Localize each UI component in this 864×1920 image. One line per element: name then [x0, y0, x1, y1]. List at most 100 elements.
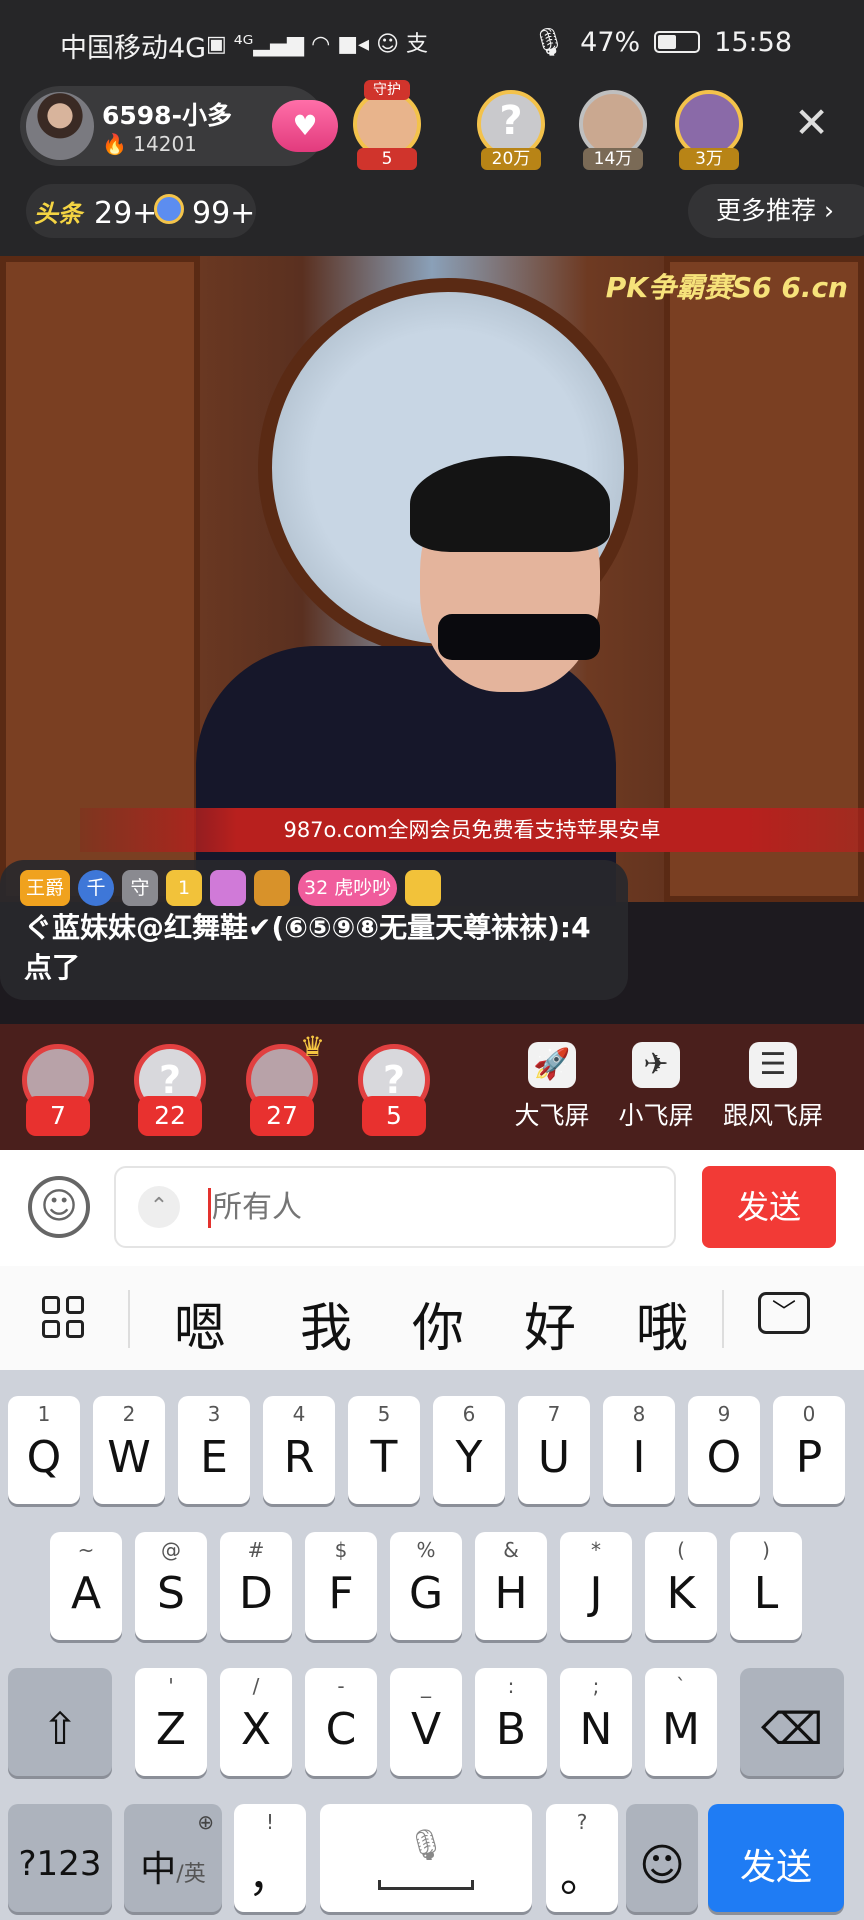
key-g[interactable]: % G — [390, 1532, 462, 1640]
backspace-key[interactable]: ⌫ — [740, 1668, 844, 1776]
space-key[interactable]: 🎙 — [320, 1804, 532, 1912]
key-letter: K — [666, 1568, 696, 1619]
small-fly-screen-button[interactable]: ✈ 小飞屏 — [608, 1042, 704, 1132]
badge-wangjue: 王爵 — [20, 870, 71, 906]
candidate-word[interactable]: 我 — [300, 1286, 352, 1361]
key-letter: C — [325, 1704, 357, 1755]
key-letter: A — [70, 1568, 102, 1619]
follow-heart-button[interactable]: ♥ — [272, 100, 338, 152]
key-a[interactable]: ~ A — [50, 1532, 122, 1640]
candidate-word[interactable]: 哦 — [636, 1286, 688, 1361]
key-j[interactable]: * J — [560, 1532, 632, 1640]
anchor-avatar[interactable] — [26, 92, 94, 160]
keyboard-send-button[interactable]: 发送 — [708, 1804, 844, 1912]
carrier-label: 中国移动4G — [60, 33, 207, 64]
key-k[interactable]: (K — [645, 1532, 717, 1640]
key-hint: ` — [676, 1674, 686, 1698]
key-h[interactable]: & H — [475, 1532, 547, 1640]
left-cabinet — [0, 256, 200, 902]
follow-fly-screen-button[interactable]: ☰ 跟风飞屏 — [714, 1042, 832, 1132]
gift-count: 5 — [362, 1096, 426, 1136]
key-f[interactable]: $ F — [305, 1532, 377, 1640]
key-hint: 8 — [632, 1402, 646, 1426]
key-b[interactable]: :B — [475, 1668, 547, 1776]
gift-item[interactable]: ? 22 — [120, 1044, 220, 1140]
grid-menu-icon[interactable] — [42, 1296, 86, 1340]
key-letter: G — [408, 1568, 444, 1619]
period-key[interactable]: ?。 — [546, 1804, 618, 1912]
key-x[interactable]: / X — [220, 1668, 292, 1776]
fly-label: 小飞屏 — [618, 1101, 694, 1130]
key-m[interactable]: ` M — [645, 1668, 717, 1776]
emoji-icon[interactable]: ☺ — [28, 1176, 90, 1238]
key-letter: D — [239, 1568, 273, 1619]
key-hint: & — [503, 1538, 519, 1562]
comma-key[interactable]: !， — [234, 1804, 306, 1912]
key-y[interactable]: 6Y — [433, 1396, 505, 1504]
chat-message[interactable]: 王爵 千 守 1 32 虎吵吵 ぐ蓝妹妹@红舞鞋✔(⑥⑤⑨⑧无量天尊袜袜):4点… — [0, 860, 628, 1000]
anchor-name: 6598-小多 — [102, 101, 232, 130]
heart-icon: ♥ — [292, 109, 318, 142]
message-input[interactable] — [212, 1182, 652, 1232]
top-rank-1[interactable]: ? 20万 — [468, 86, 554, 172]
send-button[interactable]: 发送 — [702, 1166, 836, 1248]
key-n[interactable]: ; N — [560, 1668, 632, 1776]
key-s[interactable]: @ S — [135, 1532, 207, 1640]
key-l[interactable]: ) L — [730, 1532, 802, 1640]
key-u[interactable]: 7U — [518, 1396, 590, 1504]
gift-item[interactable]: 7 — [8, 1044, 108, 1140]
top-rank-3[interactable]: 3万 — [666, 86, 752, 172]
candidate-word[interactable]: 好 — [524, 1286, 576, 1361]
gift-item[interactable]: ♛ 27 — [232, 1030, 332, 1140]
guard-rank-slot[interactable]: 守护 5 — [344, 80, 430, 172]
key-hint: 9 — [717, 1402, 731, 1426]
shift-key[interactable]: ⇧ — [8, 1668, 112, 1776]
key-o[interactable]: 9O — [688, 1396, 760, 1504]
language-key[interactable]: 中/英 ⊕ — [124, 1804, 222, 1912]
top-rank-2[interactable]: 14万 — [570, 86, 656, 172]
key-t[interactable]: 5T — [348, 1396, 420, 1504]
emoji-icon: ☺ — [639, 1840, 685, 1891]
gift-item[interactable]: ? 5 — [344, 1044, 444, 1140]
key-hint: # — [247, 1538, 265, 1562]
numbers-key[interactable]: ?123 — [8, 1804, 112, 1912]
key-c[interactable]: -C — [305, 1668, 377, 1776]
rank-value: 20万 — [481, 148, 541, 170]
collapse-keyboard-icon[interactable]: ﹀ — [758, 1292, 810, 1334]
crown-icon: ♛ — [300, 1030, 326, 1063]
status-right: 🎙 47% 15:58 — [532, 26, 792, 59]
key-z[interactable]: ' Z — [135, 1668, 207, 1776]
key-i[interactable]: 8I — [603, 1396, 675, 1504]
shield-icon: 守 — [122, 870, 159, 906]
key-hint: $ — [334, 1538, 348, 1562]
lang-main: 中 — [140, 1849, 177, 1890]
right-cabinet — [664, 256, 864, 902]
key-r[interactable]: 4R — [263, 1396, 335, 1504]
key-hint: ; — [592, 1674, 600, 1698]
room-info-row: 头条 29+ 99+ 更多推荐 › — [0, 176, 864, 256]
key-q[interactable]: 1Q — [8, 1396, 80, 1504]
key-w[interactable]: 2W — [93, 1396, 165, 1504]
headline-pill[interactable]: 头条 29+ 99+ — [26, 184, 256, 238]
anchor-card[interactable]: 6598-小多 🔥 14201 ♥ — [20, 86, 338, 166]
rocket-small-icon: ✈ — [632, 1042, 680, 1088]
chevron-up-icon[interactable]: ⌃ — [138, 1186, 180, 1228]
candidate-word[interactable]: 你 — [412, 1286, 464, 1361]
key-hint: 3 — [207, 1402, 221, 1426]
chat-input-field[interactable]: ⌃ — [114, 1166, 676, 1248]
key-e[interactable]: 3E — [178, 1396, 250, 1504]
big-fly-screen-button[interactable]: 🚀 大飞屏 — [504, 1042, 600, 1132]
text-cursor — [208, 1188, 211, 1228]
chat-input-bar: ☺ ⌃ 发送 — [0, 1150, 864, 1266]
key-hint: 6 — [462, 1402, 476, 1426]
guard-badge: 守护 — [364, 80, 410, 100]
emoji-key[interactable]: ☺ — [626, 1804, 698, 1912]
candidate-word[interactable]: 嗯 — [174, 1286, 226, 1361]
live-video[interactable]: PK争霸赛S6 6.cn 987o.com全网会员免费看支持苹果安卓 — [0, 256, 864, 906]
more-recommend-button[interactable]: 更多推荐 › — [688, 184, 864, 238]
close-icon[interactable]: ✕ — [794, 98, 829, 147]
key-d[interactable]: # D — [220, 1532, 292, 1640]
key-p[interactable]: 0P — [773, 1396, 845, 1504]
star-count: 99+ — [192, 196, 256, 231]
key-v[interactable]: _ V — [390, 1668, 462, 1776]
